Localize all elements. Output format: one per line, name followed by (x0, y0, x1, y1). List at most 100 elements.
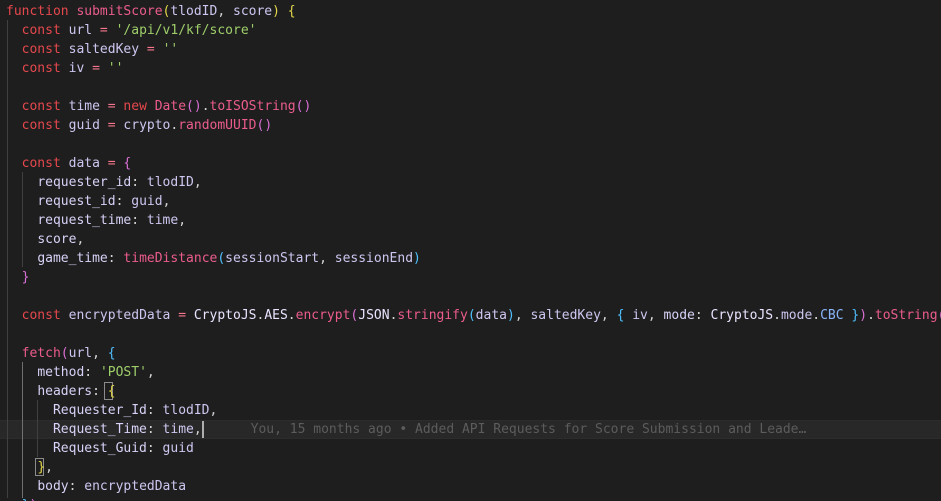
code-token: , (600, 308, 617, 323)
code-token: new (123, 99, 155, 114)
code-token: ) (859, 308, 868, 323)
code-token: request_id (37, 194, 116, 209)
code-token: , (146, 365, 155, 380)
code-token: const (21, 156, 69, 171)
code-token: , (209, 403, 218, 418)
code-token: request_time (37, 213, 132, 228)
code-token: const (21, 118, 69, 133)
code-token: , (162, 194, 171, 209)
code-token: iv (68, 61, 85, 76)
code-line: body: encryptedData (6, 477, 186, 496)
code-token: fetch (21, 346, 61, 361)
code-token: guid (162, 441, 194, 456)
code-token: JSON (358, 308, 390, 323)
code-token: = (139, 42, 163, 57)
code-token: tlodID (162, 403, 210, 418)
code-token: = (99, 156, 124, 171)
code-token: : (146, 422, 163, 437)
code-line: } (6, 268, 30, 287)
code-token: url (68, 23, 93, 38)
code-token: time (146, 213, 179, 228)
code-token: stringify (397, 308, 468, 323)
code-line: method: 'POST', (6, 363, 155, 382)
code-token: } (21, 270, 30, 285)
code-token: ) (272, 4, 280, 19)
code-token: const (21, 42, 69, 57)
code-line: const saltedKey = '' (6, 40, 179, 59)
code-token: requester_id (37, 175, 132, 190)
code-token: () (295, 99, 312, 114)
code-token: encryptedData (84, 479, 187, 494)
code-token: sessionEnd (334, 251, 414, 266)
code-token: . (201, 99, 210, 114)
code-token: method (37, 365, 85, 380)
git-blame-annotation: You, 15 months ago • Added API Requests … (203, 422, 807, 437)
code-token: () (186, 99, 202, 114)
code-token: } (37, 460, 46, 475)
code-token: ) (413, 251, 421, 266)
code-token: . (287, 308, 296, 323)
code-token: , (178, 213, 187, 228)
code-token: '/api/v1/kf/score' (115, 23, 257, 38)
code-line: }, (6, 458, 53, 477)
code-token: headers (37, 384, 93, 399)
code-token: ( (217, 251, 226, 266)
code-token: () (256, 118, 273, 133)
code-token: : (107, 251, 124, 266)
code-token: : (68, 479, 85, 494)
code-line: }) (6, 496, 38, 501)
code-token: function (6, 4, 77, 19)
code-token: timeDistance (123, 251, 218, 266)
code-line: const iv = '' (6, 59, 124, 78)
code-line: headers: { (6, 382, 115, 401)
code-line: const url = '/api/v1/kf/score' (6, 21, 257, 40)
code-token: time (162, 422, 194, 437)
code-line: Request_Time: time, You, 15 months ago •… (6, 420, 806, 439)
code-line: function submitScore(tlodID, score) { (6, 2, 296, 21)
code-token: const (21, 308, 69, 323)
code-token: : (146, 441, 163, 456)
code-token: , (76, 232, 85, 247)
code-token: iv (632, 308, 648, 323)
code-line: Request_Guid: guid (6, 439, 194, 458)
code-token: score (233, 4, 273, 19)
code-token: . (812, 308, 821, 323)
code-editor[interactable]: function submitScore(tlodID, score) { co… (0, 0, 941, 501)
code-token: ( (467, 308, 476, 323)
code-token: score (37, 232, 77, 247)
code-token: { (287, 4, 296, 19)
code-token: guid (131, 194, 163, 209)
code-token: saltedKey (68, 42, 140, 57)
code-line: requester_id: tlodID, (6, 173, 201, 192)
code-token: , (92, 346, 108, 361)
code-token: encryptedData (68, 308, 171, 323)
code-token: const (21, 23, 69, 38)
code-token: () (938, 308, 941, 323)
code-token: sessionStart (225, 251, 320, 266)
code-token: : (131, 175, 147, 190)
code-token: AES (264, 308, 288, 323)
code-line: const data = { (6, 154, 132, 173)
code-token: : (694, 308, 711, 323)
code-token: , (319, 251, 335, 266)
code-token: tlodID (146, 175, 194, 190)
code-token: { (107, 346, 116, 361)
code-token: CBC (820, 308, 844, 323)
code-line: const encryptedData = CryptoJS.AES.encry… (6, 306, 941, 325)
code-token: { (123, 156, 132, 171)
code-line: Requester_Id: tlodID, (6, 401, 217, 420)
